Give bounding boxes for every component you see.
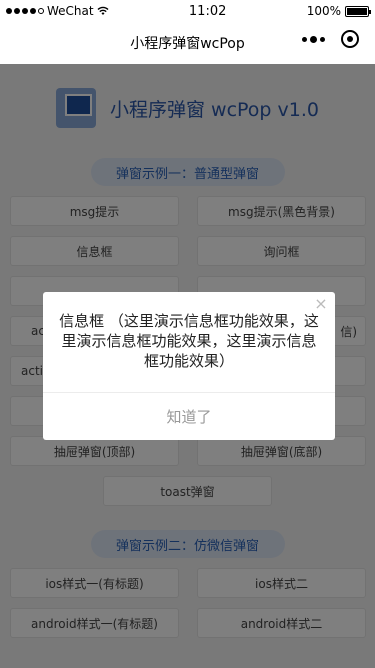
close-miniprogram-icon[interactable] [341,30,359,48]
status-left: WeChat [6,4,109,18]
nav-title: 小程序弹窗wcPop [130,36,245,52]
close-icon[interactable]: × [313,294,329,313]
nav-bar: 小程序弹窗wcPop [0,22,375,64]
mini-program-capsule [302,30,359,48]
clock: 11:02 [188,3,227,19]
dialog-confirm-button[interactable]: 知道了 [43,392,335,440]
signal-icon [6,8,44,14]
battery-percent: 100% [306,4,341,18]
info-dialog: × 信息框 （这里演示信息框功能效果，这里演示信息框功能效果，这里演示信息框功能… [43,292,335,440]
battery-icon [345,5,371,17]
wifi-icon [97,6,109,15]
carrier-label: WeChat [47,4,94,18]
status-right: 100% [306,4,371,18]
dialog-content: 信息框 （这里演示信息框功能效果，这里演示信息框功能效果，这里演示信息框功能效果… [59,312,319,370]
status-bar: WeChat 11:02 100% [0,0,375,22]
more-icon[interactable] [302,35,325,43]
